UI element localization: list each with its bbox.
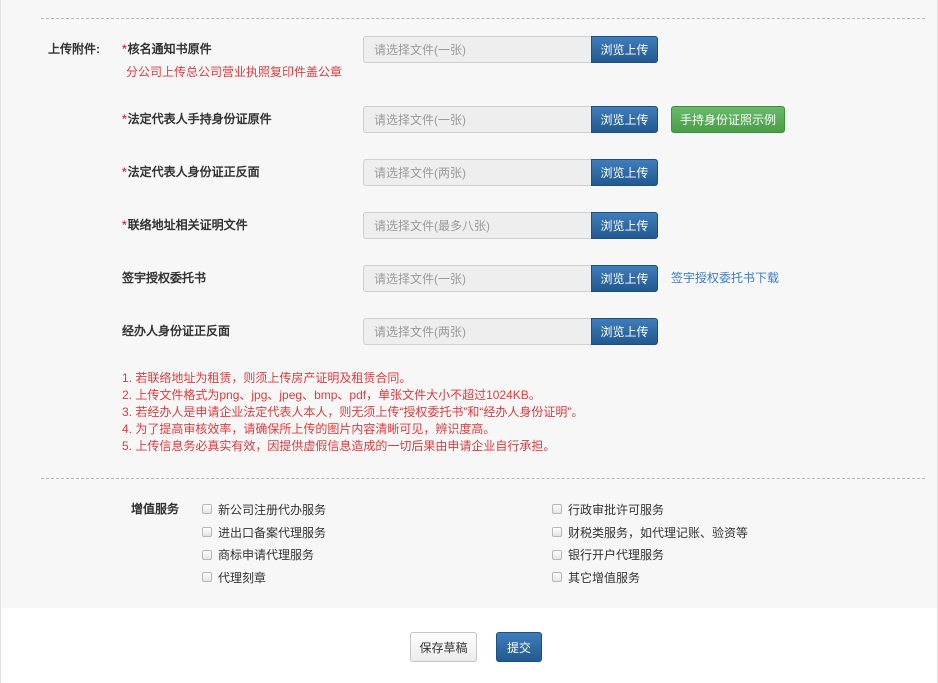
upload-label-text: 法定代表人手持身份证原件 [127,112,272,126]
browse-upload-button[interactable]: 浏览上传 [591,159,658,186]
handheld-id-example-button[interactable]: 手持身份证照示例 [671,106,785,133]
upload-label: *联络地址相关证明文件 [122,212,248,239]
service-option: 新公司注册代办服务 [202,498,326,521]
services-label: 增值服务 [131,502,180,516]
file-input[interactable] [363,265,591,292]
service-checkbox[interactable] [202,549,212,560]
service-label: 银行开户代理服务 [568,548,665,563]
service-label: 行政审批许可服务 [568,502,665,517]
upload-label-text: 签宇授权委托书 [122,271,207,285]
upload-label-text: 核名通知书原件 [127,42,212,56]
submit-button[interactable]: 提交 [496,632,542,662]
upload-label: 经办人身份证正反面 [122,318,230,345]
upload-row-legal-rep-id: *法定代表人身份证正反面 浏览上传 [1,159,937,186]
service-label: 其它增值服务 [568,570,641,585]
divider-top [41,18,925,19]
save-draft-button[interactable]: 保存草稿 [410,632,477,662]
service-label: 新公司注册代办服务 [218,502,327,517]
divider-middle [41,478,925,479]
browse-upload-button[interactable]: 浏览上传 [591,318,658,345]
upload-label-text: 经办人身份证正反面 [122,324,231,338]
file-input[interactable] [363,36,591,63]
form-panel: 上传附件: *核名通知书原件 浏览上传 分公司上传总公司营业执照复印件盖公章 *… [1,0,937,608]
browse-upload-button[interactable]: 浏览上传 [591,106,658,133]
upload-label: 签宇授权委托书 [122,265,206,292]
service-option: 商标申请代理服务 [202,543,326,566]
service-option: 银行开户代理服务 [552,543,748,566]
authorization-letter-download-link[interactable]: 签宇授权委托书下载 [671,265,779,292]
file-input[interactable] [363,159,591,186]
browse-upload-button[interactable]: 浏览上传 [591,265,658,292]
required-mark: * [122,218,127,232]
upload-label-text: 法定代表人身份证正反面 [127,165,260,179]
service-option: 其它增值服务 [552,566,748,589]
service-label: 商标申请代理服务 [218,548,315,563]
service-checkbox[interactable] [552,527,562,538]
service-option: 代理刻章 [202,566,326,589]
upload-label: *法定代表人手持身份证原件 [122,106,272,133]
required-mark: * [122,112,127,126]
upload-note-item: 4. 为了提高审核效率，请确保所上传的图片内容清晰可见，辨识度高。 [122,422,496,436]
upload-row-agent-id: 经办人身份证正反面 浏览上传 [1,318,937,345]
service-checkbox[interactable] [552,572,562,583]
required-mark: * [122,42,127,56]
services-right-column: 行政审批许可服务 财税类服务，如代理记账、验资等 银行开户代理服务 其它增值服务 [552,498,748,589]
upload-label: *法定代表人身份证正反面 [122,159,260,186]
service-checkbox[interactable] [202,572,212,583]
service-checkbox[interactable] [202,527,212,538]
browse-upload-button[interactable]: 浏览上传 [591,212,658,239]
upload-note: 分公司上传总公司营业执照复印件盖公章 [126,65,343,79]
service-label: 代理刻章 [218,570,267,585]
service-option: 行政审批许可服务 [552,498,748,521]
page: 上传附件: *核名通知书原件 浏览上传 分公司上传总公司营业执照复印件盖公章 *… [0,0,938,683]
required-mark: * [122,165,127,179]
upload-row-authorization-letter: 签宇授权委托书 浏览上传 签宇授权委托书下载 [1,265,937,292]
service-checkbox[interactable] [552,504,562,515]
upload-row-name-approval-notice: *核名通知书原件 浏览上传 [1,36,937,63]
browse-upload-button[interactable]: 浏览上传 [591,36,658,63]
upload-label-text: 联络地址相关证明文件 [127,218,248,232]
upload-notes: 1. 若联络地址为租赁，则须上传房产证明及租赁合同。 2. 上传文件格式为png… [122,370,583,455]
upload-row-contact-address-proof: *联络地址相关证明文件 浏览上传 [1,212,937,239]
upload-label: *核名通知书原件 [122,36,212,63]
service-option: 财税类服务，如代理记账、验资等 [552,521,748,544]
services-left-column: 新公司注册代办服务 进出口备案代理服务 商标申请代理服务 代理刻章 [202,498,326,589]
service-checkbox[interactable] [202,504,212,515]
service-checkbox[interactable] [552,549,562,560]
upload-note-item: 5. 上传信息务必真实有效，因提供虚假信息造成的一切后果由申请企业自行承担。 [122,439,556,453]
service-label: 进出口备案代理服务 [218,525,327,540]
file-input[interactable] [363,212,591,239]
upload-note-item: 1. 若联络地址为租赁，则须上传房产证明及租赁合同。 [122,371,412,385]
file-input[interactable] [363,106,591,133]
upload-note-item: 2. 上传文件格式为png、jpg、jpeg、bmp、pdf，单张文件大小不超过… [122,388,541,402]
service-label: 财税类服务，如代理记账、验资等 [568,525,749,540]
upload-note-item: 3. 若经办人是申请企业法定代表人本人，则无须上传“授权委托书”和“经办人身份证… [122,405,584,419]
upload-row-legal-rep-handheld-id: *法定代表人手持身份证原件 浏览上传 手持身份证照示例 [1,106,937,133]
file-input[interactable] [363,318,591,345]
service-option: 进出口备案代理服务 [202,521,326,544]
